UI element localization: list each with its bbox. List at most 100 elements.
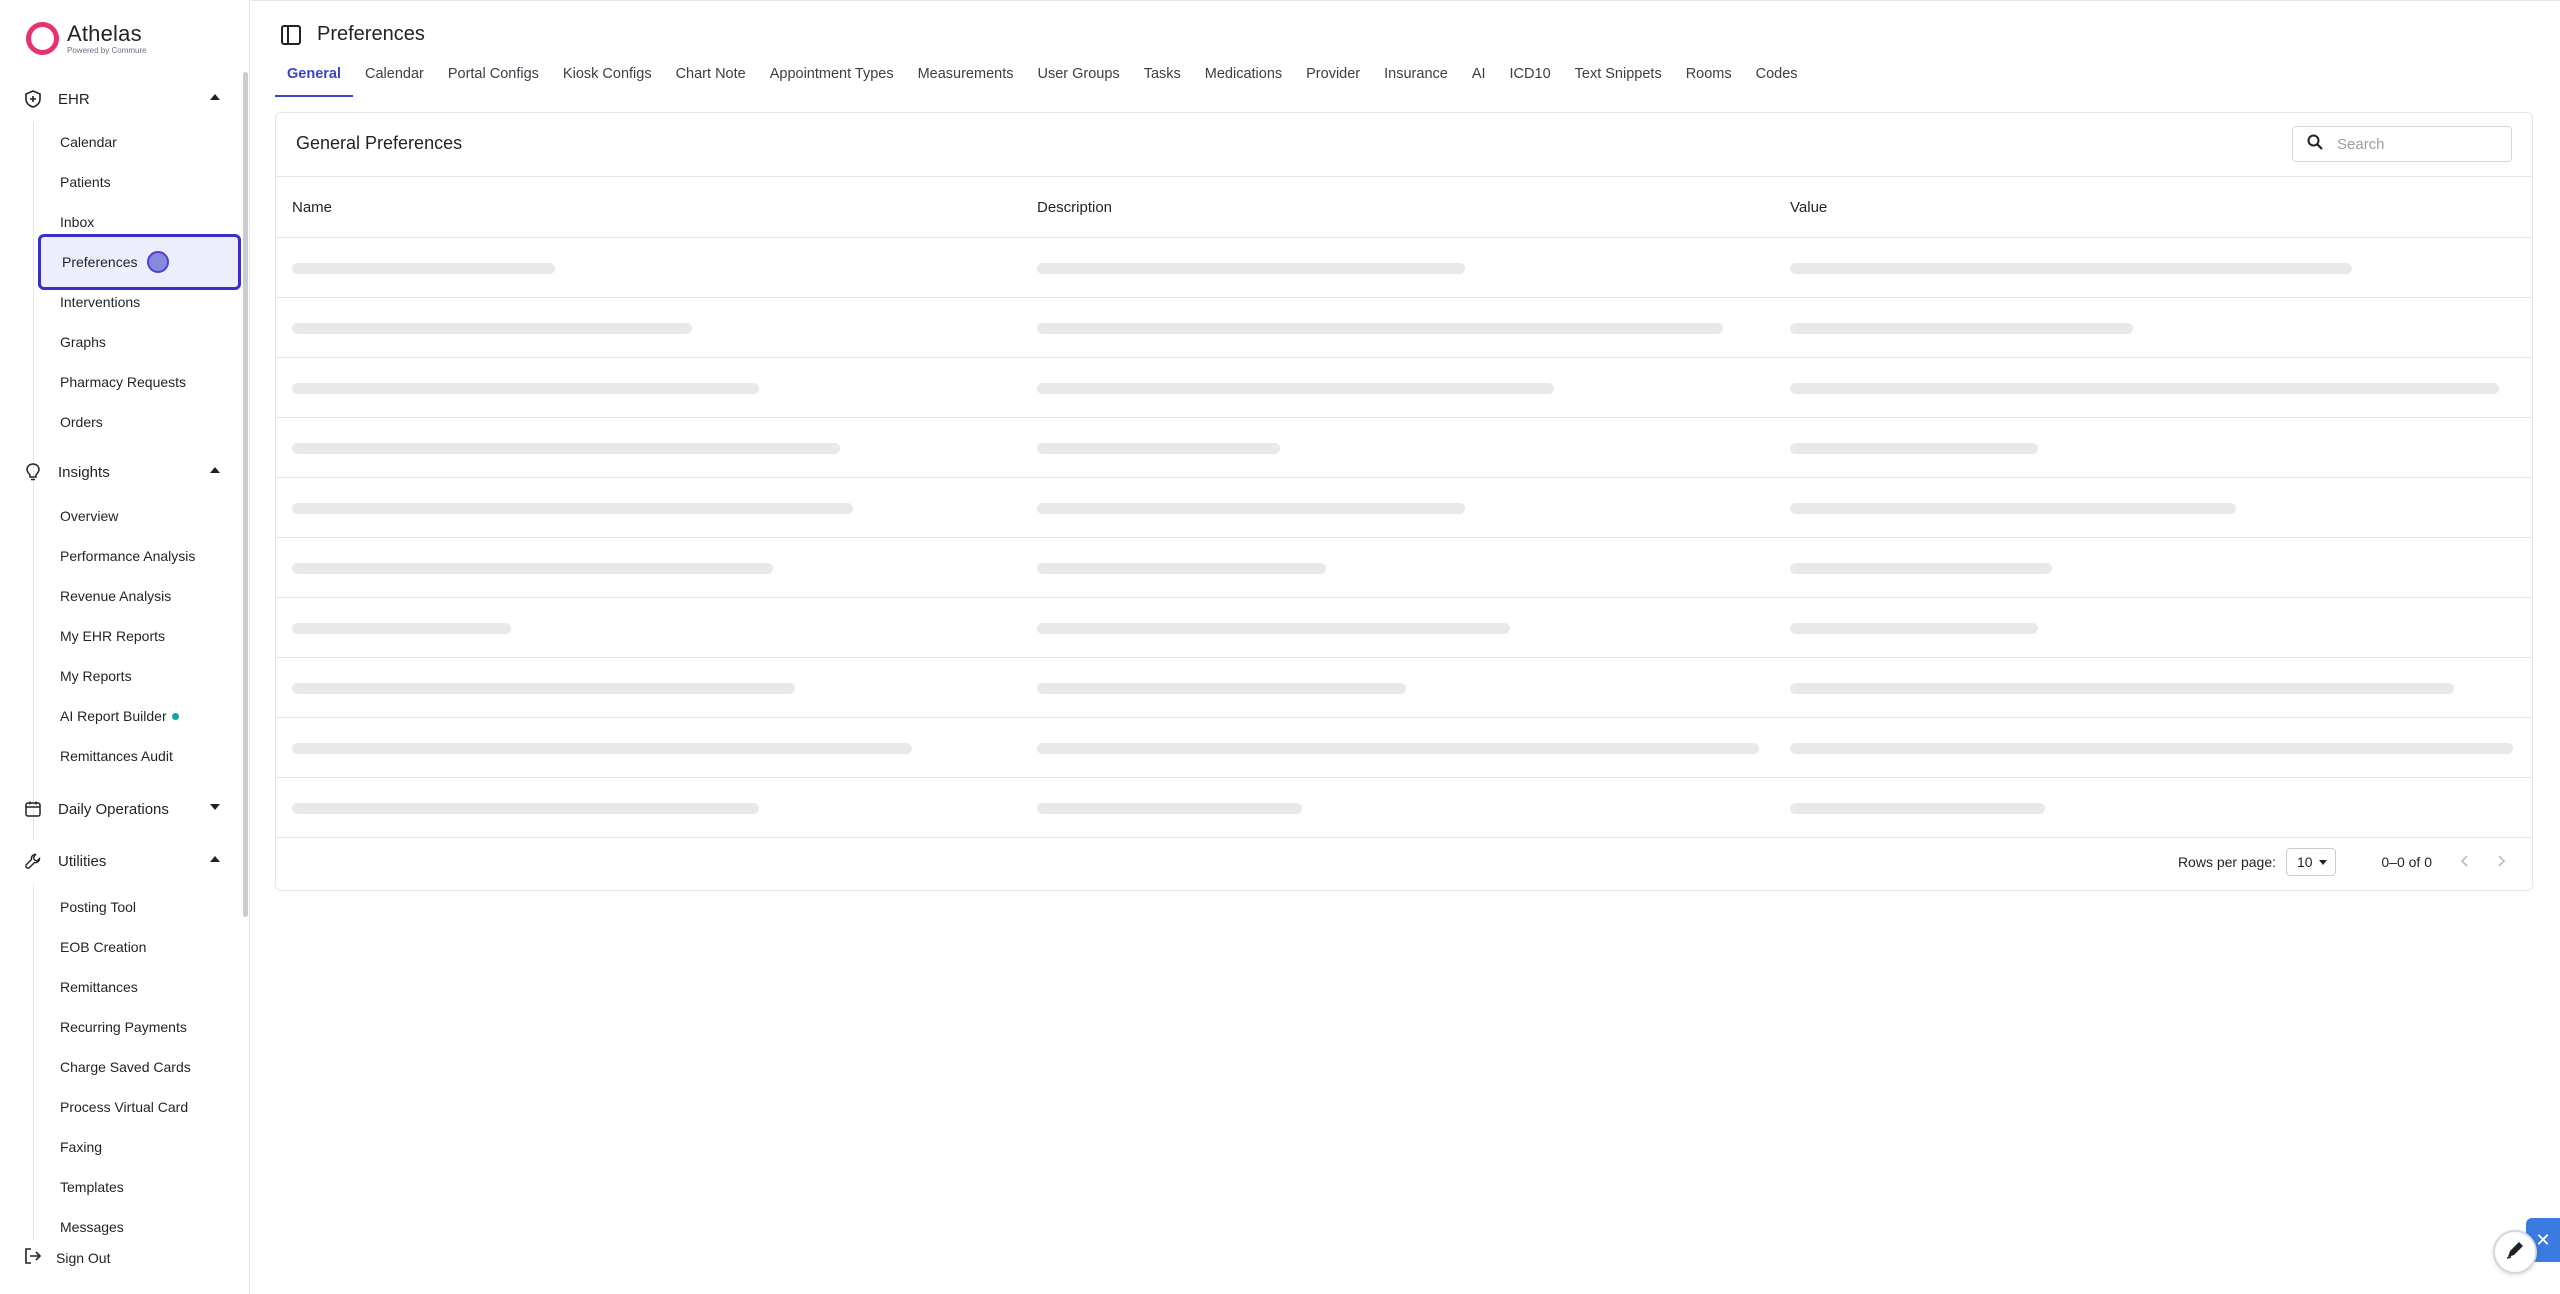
section-ehr[interactable]: EHR — [24, 82, 220, 116]
skeleton-description — [1037, 263, 1465, 274]
tab-portal-configs[interactable]: Portal Configs — [436, 63, 551, 97]
sign-out-button[interactable]: Sign Out — [24, 1248, 110, 1267]
sidebar-item-orders[interactable]: Orders — [40, 407, 240, 437]
skeleton-name — [292, 383, 759, 394]
skeleton-description — [1037, 383, 1554, 394]
chevron-up-icon — [210, 94, 220, 100]
tab-provider[interactable]: Provider — [1294, 63, 1372, 97]
sidebar-item-my-reports[interactable]: My Reports — [40, 661, 240, 691]
athelas-logo-icon — [26, 22, 59, 55]
calendar-icon — [24, 800, 42, 818]
sidebar-item-performance-analysis[interactable]: Performance Analysis — [40, 541, 240, 571]
chevron-up-icon — [210, 856, 220, 862]
sidebar-item-revenue-analysis[interactable]: Revenue Analysis — [40, 581, 240, 611]
sidebar-item-interventions[interactable]: Interventions — [40, 287, 240, 317]
previous-page-button[interactable] — [2454, 850, 2476, 872]
tab-ai[interactable]: AI — [1460, 63, 1498, 97]
brand-subtitle: Powered by Commure — [67, 46, 147, 55]
next-page-button[interactable] — [2490, 850, 2512, 872]
column-header-name[interactable]: Name — [292, 199, 332, 216]
tab-general[interactable]: General — [275, 63, 353, 97]
brand-logo[interactable]: Athelas Powered by Commure — [26, 22, 147, 56]
sidebar-item-templates[interactable]: Templates — [40, 1172, 240, 1202]
sidebar-item-my-ehr-reports[interactable]: My EHR Reports — [40, 621, 240, 651]
chevron-left-icon — [2460, 855, 2468, 867]
feedback-button[interactable] — [2493, 1230, 2537, 1274]
sidebar-item-remittances[interactable]: Remittances — [40, 972, 240, 1002]
insights-group: Overview Performance Analysis Revenue An… — [33, 495, 243, 840]
tab-codes[interactable]: Codes — [1744, 63, 1810, 97]
table-row — [276, 658, 2532, 718]
tab-medications[interactable]: Medications — [1193, 63, 1294, 97]
sidebar-item-ai-report-builder[interactable]: AI Report Builder — [40, 701, 240, 731]
sidebar-item-remittances-audit[interactable]: Remittances Audit — [40, 741, 240, 771]
sidebar-item-pharmacy-requests[interactable]: Pharmacy Requests — [40, 367, 240, 397]
brand-text: Athelas Powered by Commure — [67, 22, 147, 56]
sidebar-item-label: AI Report Builder — [60, 708, 167, 724]
toggle-sidebar-icon[interactable] — [281, 24, 301, 45]
section-daily-operations[interactable]: Daily Operations — [24, 792, 220, 826]
table-header: Name Description Value — [276, 177, 2532, 238]
table-row — [276, 358, 2532, 418]
tab-measurements[interactable]: Measurements — [906, 63, 1026, 97]
skeleton-name — [292, 563, 773, 574]
column-header-description[interactable]: Description — [1037, 199, 1112, 216]
table-row — [276, 718, 2532, 778]
rows-per-page-select[interactable]: 10 — [2286, 848, 2336, 876]
column-header-value[interactable]: Value — [1790, 199, 1827, 216]
ehr-group: Calendar Patients Inbox Preferences Inte… — [33, 122, 243, 508]
skeleton-description — [1037, 563, 1326, 574]
skeleton-name — [292, 503, 853, 514]
skeleton-description — [1037, 683, 1406, 694]
sidebar-item-faxing[interactable]: Faxing — [40, 1132, 240, 1162]
new-indicator-dot-icon — [171, 712, 179, 720]
sidebar-item-messages[interactable]: Messages — [40, 1212, 240, 1240]
tab-chart-note[interactable]: Chart Note — [664, 63, 758, 97]
sidebar-item-inbox[interactable]: Inbox — [40, 207, 240, 237]
sidebar-item-recurring-payments[interactable]: Recurring Payments — [40, 1012, 240, 1042]
sidebar-item-eob-creation[interactable]: EOB Creation — [40, 932, 240, 962]
table-row — [276, 238, 2532, 298]
sidebar-item-preferences[interactable]: Preferences — [38, 234, 241, 290]
skeleton-name — [292, 743, 912, 754]
section-utilities[interactable]: Utilities — [24, 844, 220, 878]
rows-per-page-value: 10 — [2297, 854, 2313, 870]
sidebar-item-patients[interactable]: Patients — [40, 167, 240, 197]
pagination-range: 0–0 of 0 — [2381, 854, 2432, 870]
skeleton-value — [1790, 443, 2038, 454]
sidebar-item-calendar[interactable]: Calendar — [40, 127, 240, 157]
skeleton-description — [1037, 323, 1723, 334]
pen-icon — [2505, 1240, 2525, 1265]
chevron-up-icon — [210, 467, 220, 473]
section-label: Utilities — [58, 852, 107, 870]
sidebar-item-graphs[interactable]: Graphs — [40, 327, 240, 357]
sidebar-item-overview[interactable]: Overview — [40, 501, 240, 531]
tab-appointment-types[interactable]: Appointment Types — [758, 63, 906, 97]
skeleton-value — [1790, 563, 2052, 574]
general-preferences-card: General Preferences Name Description Val… — [275, 112, 2533, 891]
utilities-group: Posting Tool EOB Creation Remittances Re… — [33, 884, 243, 1240]
section-insights[interactable]: Insights — [24, 455, 220, 489]
tab-icd10[interactable]: ICD10 — [1498, 63, 1563, 97]
sidebar-item-posting-tool[interactable]: Posting Tool — [40, 892, 240, 922]
skeleton-description — [1037, 623, 1510, 634]
sign-out-label: Sign Out — [56, 1249, 111, 1266]
skeleton-description — [1037, 503, 1465, 514]
sidebar-item-charge-saved-cards[interactable]: Charge Saved Cards — [40, 1052, 240, 1082]
tab-calendar[interactable]: Calendar — [353, 63, 436, 97]
search-input[interactable] — [2337, 135, 2497, 153]
skeleton-value — [1790, 263, 2352, 274]
skeleton-description — [1037, 443, 1280, 454]
shield-icon — [24, 90, 42, 108]
search-box[interactable] — [2292, 126, 2512, 162]
tab-kiosk-configs[interactable]: Kiosk Configs — [551, 63, 664, 97]
sidebar-item-process-virtual-card[interactable]: Process Virtual Card — [40, 1092, 240, 1122]
tab-tasks[interactable]: Tasks — [1132, 63, 1193, 97]
brand-name: Athelas — [67, 21, 142, 46]
tab-insurance[interactable]: Insurance — [1372, 63, 1460, 97]
skeleton-value — [1790, 383, 2499, 394]
tab-text-snippets[interactable]: Text Snippets — [1563, 63, 1674, 97]
skeleton-value — [1790, 503, 2236, 514]
tab-user-groups[interactable]: User Groups — [1025, 63, 1131, 97]
tab-rooms[interactable]: Rooms — [1674, 63, 1744, 97]
